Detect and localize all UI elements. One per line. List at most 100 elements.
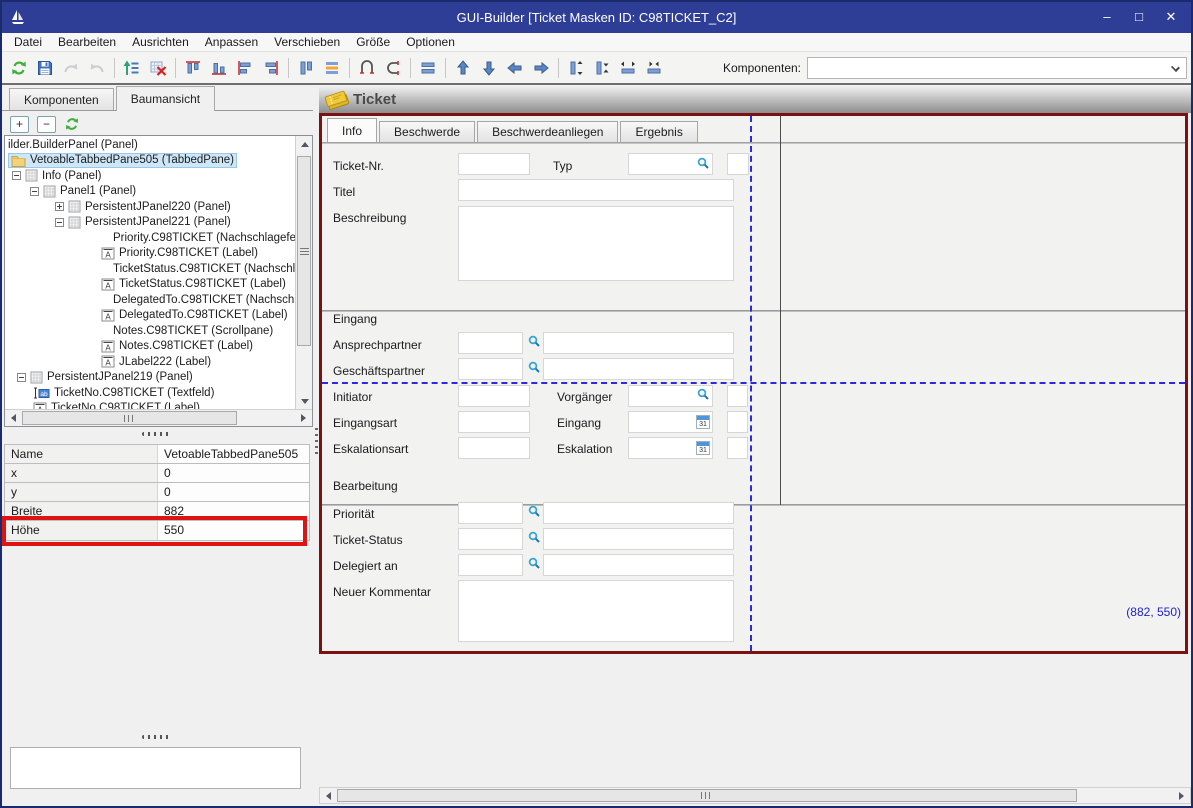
prioritaet-name-input[interactable] xyxy=(543,502,734,524)
geschaeftspartner-name-input[interactable] xyxy=(543,358,734,380)
calendar-icon[interactable]: 31 xyxy=(696,441,710,455)
lookup-magnifier-icon[interactable] xyxy=(528,531,541,544)
equal-bars-button[interactable] xyxy=(415,55,441,81)
menu-bearbeiten[interactable]: Bearbeiten xyxy=(50,33,124,52)
tree-item[interactable]: Notes.C98TICKET (Label) xyxy=(5,339,295,355)
titel-input[interactable] xyxy=(458,179,734,201)
tree-vertical-scrollbar[interactable] xyxy=(295,136,312,409)
delete-component-button[interactable] xyxy=(145,55,171,81)
eskalationsart-input[interactable] xyxy=(458,437,530,459)
scroll-left-icon[interactable] xyxy=(320,788,337,804)
tree-item-selected[interactable]: VetoableTabbedPane505 (TabbedPane) xyxy=(5,153,295,169)
align-bottom-button[interactable] xyxy=(206,55,232,81)
tree-item[interactable]: Priority.C98TICKET (Label) xyxy=(5,246,295,262)
menu-verschieben[interactable]: Verschieben xyxy=(266,33,348,52)
design-canvas[interactable]: Info Beschwerde Beschwerdeanliegen Ergeb… xyxy=(322,116,1185,651)
menu-ausrichten[interactable]: Ausrichten xyxy=(124,33,197,52)
designer-hscroll-thumb[interactable] xyxy=(337,789,1077,802)
neuer-kommentar-textarea[interactable] xyxy=(458,580,734,642)
komponenten-combobox[interactable] xyxy=(807,57,1187,79)
distribute-rows-button[interactable] xyxy=(319,55,345,81)
tab-komponenten[interactable]: Komponenten xyxy=(9,88,114,110)
refresh-tree-icon[interactable] xyxy=(64,116,80,132)
redo-button[interactable] xyxy=(58,55,84,81)
align-left-button[interactable] xyxy=(232,55,258,81)
eingang-extra-input[interactable] xyxy=(727,411,748,433)
collapse-expander-icon[interactable] xyxy=(55,218,64,227)
align-right-button[interactable] xyxy=(258,55,284,81)
property-value-x[interactable]: 0 xyxy=(158,464,309,482)
scroll-up-icon[interactable] xyxy=(296,136,313,152)
ansprechpartner-name-input[interactable] xyxy=(543,332,734,354)
menu-optionen[interactable]: Optionen xyxy=(398,33,463,52)
tree-item[interactable]: TicketNo.C98TICKET (Textfeld) xyxy=(5,385,295,401)
scroll-down-icon[interactable] xyxy=(296,393,313,409)
collapse-expander-icon[interactable] xyxy=(12,171,21,180)
property-value-hoehe[interactable]: 550 xyxy=(158,521,309,540)
scroll-right-icon[interactable] xyxy=(1173,788,1190,804)
prioritaet-input[interactable] xyxy=(458,502,523,524)
tree-item[interactable]: TicketStatus.C98TICKET (Label) xyxy=(5,277,295,293)
move-down-button[interactable] xyxy=(476,55,502,81)
property-value-name[interactable]: VetoableTabbedPane505 xyxy=(158,445,309,463)
tab-beschwerde[interactable]: Beschwerde xyxy=(379,121,475,142)
collapse-expander-icon[interactable] xyxy=(17,373,26,382)
ticket-status-name-input[interactable] xyxy=(543,528,734,550)
tree-item[interactable]: DelegatedTo.C98TICKET (Nachsch xyxy=(5,292,295,308)
lookup-magnifier-icon[interactable] xyxy=(697,157,710,170)
lookup-magnifier-icon[interactable] xyxy=(697,388,710,401)
ticket-nr-input[interactable] xyxy=(458,153,530,175)
move-up-in-tree-button[interactable] xyxy=(119,55,145,81)
collapse-all-button[interactable]: − xyxy=(37,116,56,133)
lookup-magnifier-icon[interactable] xyxy=(528,335,541,348)
move-up-button[interactable] xyxy=(450,55,476,81)
undo-button[interactable] xyxy=(84,55,110,81)
eskalation-extra-input[interactable] xyxy=(727,437,748,459)
tree-horizontal-scrollbar[interactable] xyxy=(5,409,312,426)
delegiert-an-input[interactable] xyxy=(458,554,523,576)
menu-groesse[interactable]: Größe xyxy=(348,33,398,52)
shrink-height-button[interactable] xyxy=(589,55,615,81)
align-top-button[interactable] xyxy=(180,55,206,81)
move-right-button[interactable] xyxy=(528,55,554,81)
match-columns-button[interactable] xyxy=(293,55,319,81)
tree-item[interactable]: Priority.C98TICKET (Nachschlagefe xyxy=(5,230,295,246)
scroll-right-icon[interactable] xyxy=(295,410,312,426)
delegiert-an-name-input[interactable] xyxy=(543,554,734,576)
property-value-breite[interactable]: 882 xyxy=(158,502,309,520)
move-left-button[interactable] xyxy=(502,55,528,81)
tree-item[interactable]: PersistentJPanel221 (Panel) xyxy=(5,215,295,231)
eingangsart-input[interactable] xyxy=(458,411,530,433)
menu-anpassen[interactable]: Anpassen xyxy=(197,33,266,52)
lookup-magnifier-icon[interactable] xyxy=(528,361,541,374)
tree-item[interactable]: DelegatedTo.C98TICKET (Label) xyxy=(5,308,295,324)
ansprechpartner-input[interactable] xyxy=(458,332,523,354)
lookup-magnifier-icon[interactable] xyxy=(528,505,541,518)
refresh-button[interactable] xyxy=(6,55,32,81)
tree-hscroll-thumb[interactable] xyxy=(22,411,237,425)
tree-item[interactable]: Info (Panel) xyxy=(5,168,295,184)
maximize-button[interactable]: □ xyxy=(1125,6,1153,28)
tree-item[interactable]: ilder.BuilderPanel (Panel) xyxy=(5,137,295,153)
tree-item[interactable]: PersistentJPanel219 (Panel) xyxy=(5,370,295,386)
tree-item[interactable]: Notes.C98TICKET (Scrollpane) xyxy=(5,323,295,339)
minimize-button[interactable]: – xyxy=(1093,6,1121,28)
tab-baumansicht[interactable]: Baumansicht xyxy=(116,86,215,111)
scroll-left-icon[interactable] xyxy=(5,410,22,426)
splitter-handle-dots[interactable] xyxy=(142,735,172,739)
beschreibung-textarea[interactable] xyxy=(458,206,734,281)
tree-vscroll-thumb[interactable] xyxy=(297,156,311,346)
collapse-expander-icon[interactable] xyxy=(30,187,39,196)
tree-item[interactable]: JLabel222 (Label) xyxy=(5,354,295,370)
grow-width-button[interactable] xyxy=(615,55,641,81)
calendar-icon[interactable]: 31 xyxy=(696,415,710,429)
lookup-magnifier-icon[interactable] xyxy=(528,557,541,570)
same-height-button[interactable] xyxy=(380,55,406,81)
grow-height-button[interactable] xyxy=(563,55,589,81)
tree-item[interactable]: TicketNo.C98TICKET (Label) xyxy=(5,401,295,410)
splitter-handle-dots[interactable] xyxy=(142,432,172,436)
close-button[interactable]: ✕ xyxy=(1157,6,1185,28)
tree-item[interactable]: Panel1 (Panel) xyxy=(5,184,295,200)
same-width-button[interactable] xyxy=(354,55,380,81)
designer-horizontal-scrollbar[interactable] xyxy=(319,787,1191,804)
